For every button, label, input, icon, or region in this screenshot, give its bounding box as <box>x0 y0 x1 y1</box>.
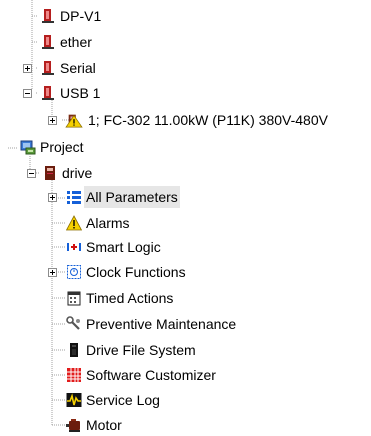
tree-item-drive-device[interactable]: 1; FC-302 11.00kW (P11K) 380V-480V <box>64 109 328 131</box>
tree-item-label: Alarms <box>86 215 130 231</box>
connector-icon <box>42 86 54 100</box>
timed-actions-icon <box>67 291 81 306</box>
tree-item-ether[interactable]: ether <box>40 31 92 53</box>
tree-item-label: Preventive Maintenance <box>86 316 237 332</box>
tree-item-label: Drive File System <box>86 342 196 358</box>
tree-item-clock-functions[interactable]: Clock Functions <box>66 261 186 283</box>
tree-item-all-parameters[interactable]: All Parameters <box>66 186 180 208</box>
tree-item-alarms[interactable]: Alarms <box>66 212 130 234</box>
tree-item-label: Smart Logic <box>86 239 161 255</box>
tree-item-label: Motor <box>86 417 122 433</box>
wrench-icon <box>66 316 80 330</box>
tree-item-label: 1; FC-302 11.00kW (P11K) 380V-480V <box>88 112 328 128</box>
expand-clock-functions-button[interactable] <box>48 268 57 277</box>
tree-item-serial[interactable]: Serial <box>40 57 96 79</box>
project-icon <box>20 140 36 155</box>
clock-functions-icon <box>67 265 81 279</box>
tree-item-label: Project <box>40 139 84 155</box>
tree-item-label: Serial <box>60 60 96 76</box>
tree-item-label: drive <box>62 165 93 181</box>
expand-device-button[interactable] <box>48 116 57 125</box>
smart-logic-icon <box>67 243 81 251</box>
tree-item-label: Timed Actions <box>86 290 174 306</box>
list-icon <box>67 191 81 204</box>
tree-item-project[interactable]: Project <box>20 136 84 158</box>
tree-item-software-customizer[interactable]: Software Customizer <box>66 364 216 386</box>
tree-item-label: DP-V1 <box>60 8 102 24</box>
tree-item-usb-1[interactable]: USB 1 <box>40 82 100 104</box>
project-tree: DP-V1 ether Serial USB 1 1; FC-302 11.00… <box>0 0 371 436</box>
warning-icon <box>66 215 82 231</box>
connector-icon <box>42 9 54 23</box>
tree-item-label: All Parameters <box>84 186 180 208</box>
tree-item-smart-logic[interactable]: Smart Logic <box>66 236 161 258</box>
software-customizer-icon <box>67 368 81 382</box>
tree-item-service-log[interactable]: Service Log <box>66 389 160 411</box>
tree-item-label: Clock Functions <box>86 264 186 280</box>
tree-item-dp-v1[interactable]: DP-V1 <box>40 5 101 27</box>
drive-icon <box>45 166 55 180</box>
collapse-drive-button[interactable] <box>27 169 36 178</box>
tree-item-label: ether <box>60 34 92 50</box>
expand-all-parameters-button[interactable] <box>48 193 57 202</box>
expand-serial-button[interactable] <box>23 64 32 73</box>
service-log-icon <box>66 393 82 407</box>
tree-item-motor[interactable]: Motor <box>66 414 122 436</box>
tree-item-label: Software Customizer <box>86 367 216 383</box>
tree-item-label: Service Log <box>86 392 160 408</box>
drive-warning-icon <box>65 114 83 128</box>
tree-item-preventive-maintenance[interactable]: Preventive Maintenance <box>66 313 236 335</box>
tree-item-drive-file-system[interactable]: Drive File System <box>66 339 196 361</box>
tree-item-timed-actions[interactable]: Timed Actions <box>66 287 173 309</box>
tree-item-drive[interactable]: drive <box>42 162 92 184</box>
collapse-usb-button[interactable] <box>23 89 32 98</box>
motor-icon <box>66 419 80 432</box>
connector-icon <box>42 35 54 49</box>
connector-icon <box>42 61 54 75</box>
tree-item-label: USB 1 <box>60 85 101 101</box>
file-system-icon <box>70 343 78 357</box>
